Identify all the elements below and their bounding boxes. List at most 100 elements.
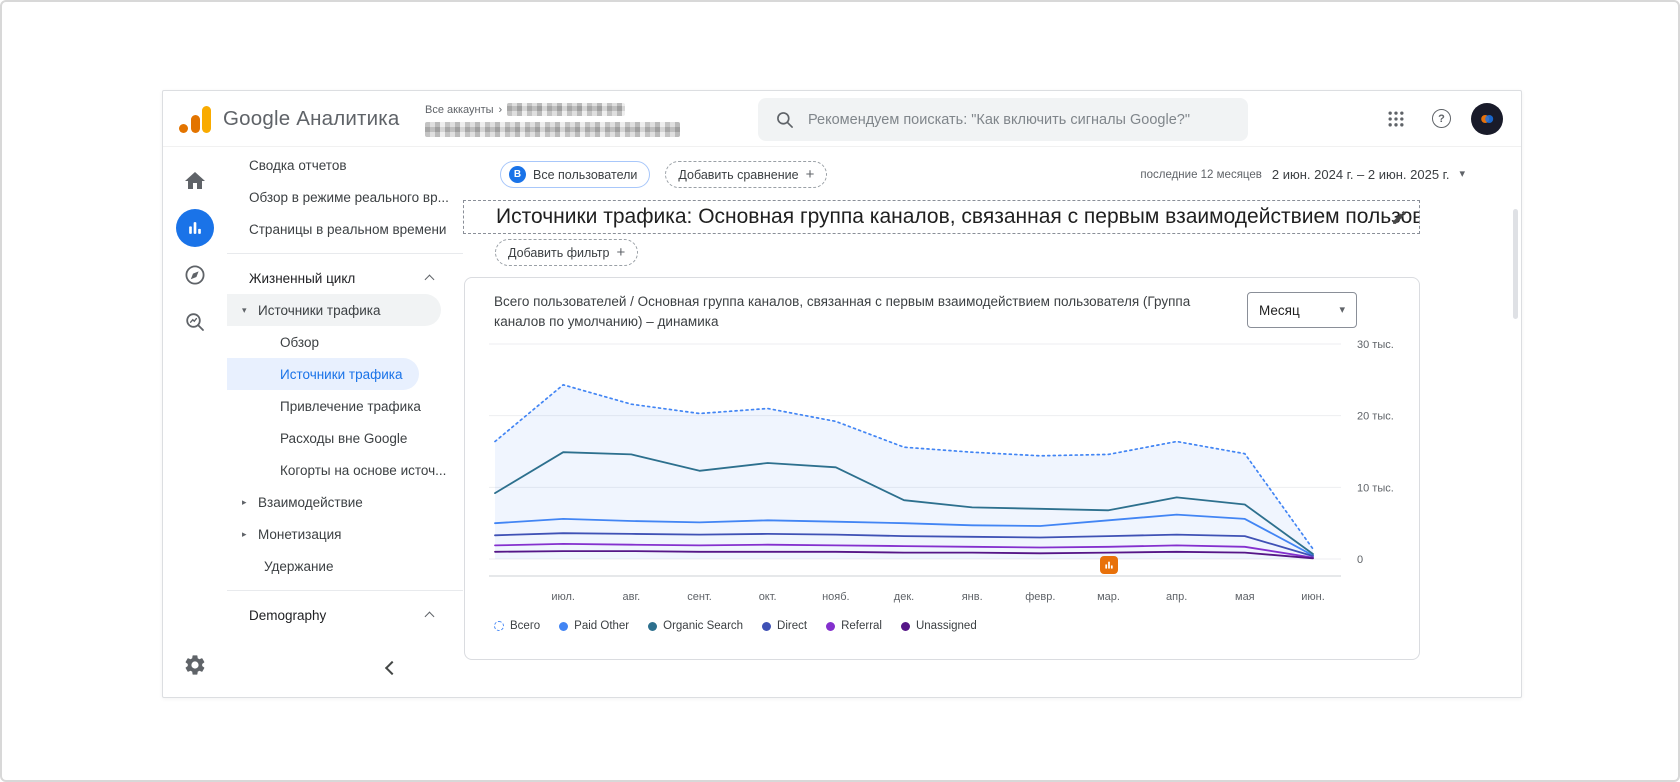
app-name: Google Аналитика [223,107,400,130]
legend-swatch-icon [648,621,658,631]
svg-text:0: 0 [1357,554,1363,566]
legend-label: Paid Other [574,620,630,632]
search-input[interactable] [808,111,1231,128]
legend-label: Organic Search [663,620,744,632]
legend-label: Всего [510,620,541,632]
trend-chart-card: Всего пользователей / Основная группа ка… [464,277,1420,660]
breadcrumb[interactable]: Все аккаунты › [425,103,705,137]
svg-text:февр.: февр. [1025,591,1055,603]
chevron-up-icon [424,274,435,285]
sidebar-item-traffic-sources-selected[interactable]: Источники трафика [227,358,419,390]
sidebar-item-monetization[interactable]: ▸ Монетизация [227,518,463,550]
sidebar-item-retention[interactable]: Удержание [227,550,463,582]
chevron-up-icon [424,611,435,622]
nav-label: Обзор в режиме реального вр... [249,189,449,205]
logo-dot [179,124,188,133]
legend-item-direct[interactable]: Direct [762,620,807,632]
home-icon[interactable] [183,169,207,198]
nav-label: Сводка отчетов [249,157,347,173]
nav-label: Demography [249,607,327,623]
nav-label: Монетизация [258,526,342,542]
audience-chip-label: Все пользователи [533,167,638,182]
line-chart: 30 тыс. 20 тыс. 10 тыс. 0 июл. авг. сент. окт. н… [489,339,1394,603]
sidebar-item-engagement[interactable]: ▸ Взаимодействие [227,486,463,518]
insight-marker-icon[interactable] [1099,556,1118,574]
add-comparison-label: Добавить сравнение [678,167,799,182]
sidebar-item-traffic-sources-group[interactable]: ▾ Источники трафика [227,294,441,326]
legend-item-unassigned[interactable]: Unassigned [900,620,977,632]
report-nav-sidebar: Сводка отчетов Обзор в режиме реального … [227,147,463,697]
nav-label: Привлечение трафика [280,398,421,414]
sidebar-divider [227,253,463,254]
sidebar-item-realtime-overview[interactable]: Обзор в режиме реального вр... [227,181,463,213]
legend-item-paid-other[interactable]: Paid Other [559,620,629,632]
sidebar-item-reports-snapshot[interactable]: Сводка отчетов [227,149,463,181]
reports-icon[interactable] [176,209,214,247]
help-icon[interactable]: ? [1432,109,1451,128]
sidebar-section-lifecycle[interactable]: Жизненный цикл [227,262,463,294]
granularity-select[interactable]: Месяц ▾ [1247,292,1357,328]
svg-text:янв.: янв. [962,591,983,603]
legend-swatch-icon [494,621,504,631]
legend-item-всего[interactable]: Всего [494,620,540,632]
report-title: Источники трафика: Основная группа канал… [496,205,1419,228]
search-bar[interactable] [758,98,1248,141]
settings-gear-icon[interactable] [183,653,207,682]
sidebar-item-overview[interactable]: Обзор [227,326,463,358]
date-range-preset-label: последние 12 месяцев [1140,168,1262,181]
sidebar-divider [227,590,463,591]
legend-label: Referral [841,620,882,632]
redacted-property-name [425,122,680,137]
nav-label: Источники трафика [280,366,403,382]
legend-item-organic-search[interactable]: Organic Search [648,620,743,632]
svg-text:нояб.: нояб. [822,591,850,603]
legend-swatch-icon [559,621,569,631]
advertising-icon[interactable] [183,310,207,339]
mini-bar-chart-icon [1104,561,1113,569]
report-title-box[interactable]: Источники трафика: Основная группа канал… [463,200,1420,234]
svg-text:мая: мая [1235,591,1255,603]
svg-text:10 тыс.: 10 тыс. [1357,482,1394,494]
comparison-bar: В Все пользователи Добавить сравнение + [500,161,828,188]
triangle-right-icon: ▸ [242,496,247,507]
logo-bar-mid [191,115,200,133]
legend-swatch-icon [900,621,910,631]
sidebar-item-source-cohorts[interactable]: Когорты на основе источ... [227,454,463,486]
breadcrumb-all-accounts[interactable]: Все аккаунты [425,104,494,116]
svg-text:30 тыс.: 30 тыс. [1357,339,1394,351]
apps-grid-icon[interactable] [1386,109,1406,134]
svg-text:апр.: апр. [1166,591,1187,603]
svg-text:окт.: окт. [759,591,777,603]
chart-legend: Всего Paid Other Organic Search Direct Refer… [494,620,977,632]
svg-text:июн.: июн. [1301,591,1325,603]
audience-chip[interactable]: В Все пользователи [500,161,651,188]
nav-label: Жизненный цикл [249,270,356,286]
legend-swatch-icon [826,621,836,631]
svg-text:июл.: июл. [551,591,575,603]
nav-label: Взаимодействие [258,494,363,510]
sidebar-item-traffic-acquisition[interactable]: Привлечение трафика [227,390,463,422]
sidebar-section-demography[interactable]: Demography [227,599,463,631]
date-range-picker[interactable]: последние 12 месяцев 2 июн. 2024 г. – 2 … [1140,167,1465,182]
granularity-value: Месяц [1259,302,1300,318]
date-range-value: 2 июн. 2024 г. – 2 июн. 2025 г. [1271,167,1450,182]
left-icon-rail [163,147,227,697]
user-avatar[interactable] [1471,103,1503,135]
add-filter-button[interactable]: Добавить фильтр + [495,239,639,266]
triangle-right-icon: ▸ [242,528,247,539]
edit-title-pencil-icon[interactable] [1391,209,1408,226]
logo-bar-tall [202,106,211,133]
legend-item-referral[interactable]: Referral [826,620,882,632]
google-analytics-logo[interactable] [179,106,213,133]
sidebar-item-realtime-pages[interactable]: Страницы в реальном времени [227,213,463,245]
report-area: В Все пользователи Добавить сравнение + … [463,147,1521,697]
add-filter-label: Добавить фильтр [508,245,610,260]
explore-icon[interactable] [183,263,207,292]
add-comparison-button[interactable]: Добавить сравнение + [665,161,828,188]
sidebar-item-non-google-cost[interactable]: Расходы вне Google [227,422,463,454]
plus-icon: + [805,166,815,183]
nav-label: Страницы в реальном времени [249,221,447,237]
collapse-sidebar-icon[interactable] [384,660,400,676]
svg-text:авг.: авг. [622,591,640,603]
vertical-scrollbar[interactable] [1513,209,1518,319]
